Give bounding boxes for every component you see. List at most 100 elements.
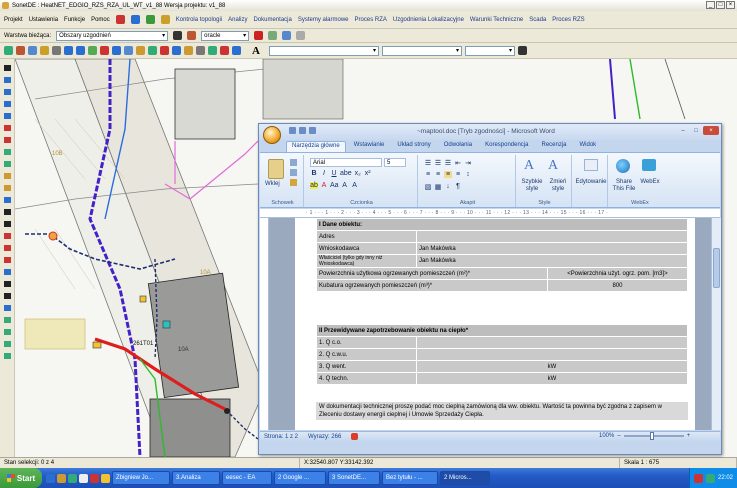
bold-icon[interactable] <box>517 46 527 55</box>
table-cell-label[interactable]: Adres <box>316 230 417 243</box>
tool-icon[interactable] <box>3 101 11 107</box>
table-cell-value[interactable]: kW <box>416 372 688 385</box>
zoom-out-icon[interactable] <box>76 46 85 55</box>
color-combo[interactable]: ▾ <box>464 45 515 56</box>
italic-icon[interactable]: I <box>320 170 328 177</box>
table-cell-label[interactable]: 1. Q c.o. <box>316 336 417 349</box>
webex-button[interactable]: WebEx <box>638 179 662 185</box>
table-cell-value[interactable]: <Powierzchnia użyt. ogrz. pom. [m3]> <box>547 267 688 280</box>
font-family-combo[interactable]: ▾ <box>268 45 379 56</box>
tool-icon[interactable] <box>3 125 11 131</box>
table-cell-label[interactable]: Powierzchnia użytkowa ogrzewanych pomies… <box>316 267 548 280</box>
copy-icon[interactable] <box>290 169 297 176</box>
font-color-icon[interactable]: A <box>320 182 328 189</box>
node-marker[interactable] <box>92 341 102 349</box>
tool-icon[interactable] <box>3 161 11 167</box>
change-styles-icon[interactable]: A <box>548 158 558 174</box>
zoom-slider[interactable] <box>623 432 684 440</box>
decrease-indent-icon[interactable]: ⇤ <box>454 159 462 167</box>
tool-icon[interactable] <box>3 185 11 191</box>
menu-proces-rza[interactable]: Proces RZA <box>355 17 387 23</box>
quick-launch-icon[interactable] <box>46 473 55 483</box>
tool-icon[interactable] <box>115 15 125 24</box>
tool-icon[interactable] <box>196 46 205 55</box>
tab-uklad-strony[interactable]: Układ strony <box>392 141 435 152</box>
delete-icon[interactable] <box>220 46 229 55</box>
subscript-icon[interactable]: x₂ <box>354 170 362 177</box>
tool-icon[interactable] <box>130 15 140 24</box>
tool-icon[interactable] <box>3 257 11 263</box>
table-cell-label[interactable]: Kubatura ogrzewanych pomieszczeń (m³)* <box>316 279 548 292</box>
tool-icon[interactable] <box>100 46 109 55</box>
layer-select[interactable]: Obszary uzgodnień ▾ <box>56 30 169 41</box>
tool-icon[interactable] <box>160 15 170 24</box>
task-button[interactable]: 3 SonetDE... <box>328 471 380 485</box>
grow-font-icon[interactable]: A <box>341 182 349 189</box>
tool-icon[interactable] <box>3 209 11 215</box>
vertical-ruler[interactable] <box>260 218 269 430</box>
menu-systemy-alarmowe[interactable]: Systemy alarmowe <box>298 17 349 23</box>
layer-props-icon[interactable] <box>187 31 197 40</box>
tab-narzedzia-glowne[interactable]: Narzędzia główne <box>286 141 346 152</box>
table-cell-value[interactable] <box>416 336 688 349</box>
cut-icon[interactable] <box>290 159 297 166</box>
db-select[interactable]: oracle ▾ <box>201 30 250 41</box>
justify-icon[interactable]: ≡ <box>454 171 462 178</box>
node-marker[interactable] <box>48 231 58 241</box>
menu-warunki-techniczne[interactable]: Warunki Techniczne <box>470 17 523 23</box>
tool-icon[interactable] <box>232 46 241 55</box>
menu-dokumentacja[interactable]: Dokumentacja <box>253 17 291 23</box>
paste-icon[interactable] <box>268 159 284 179</box>
zoom-in-button[interactable]: + <box>687 433 691 439</box>
tool-icon[interactable] <box>3 341 11 347</box>
tool-icon[interactable] <box>3 77 11 83</box>
paste-button[interactable]: Wklej <box>265 181 280 187</box>
tool-icon[interactable] <box>3 149 11 155</box>
page-count[interactable]: Strona: 1 z 2 <box>264 434 298 440</box>
tool-icon[interactable] <box>4 46 13 55</box>
table-cell-label[interactable]: 2. Q c.w.u. <box>316 348 417 361</box>
redo-icon[interactable] <box>309 127 316 134</box>
table-cell-value[interactable] <box>416 348 688 361</box>
tool-icon[interactable] <box>3 221 11 227</box>
word-minimize-button[interactable]: – <box>677 126 689 135</box>
font-size-combo[interactable]: ▾ <box>381 45 462 56</box>
share-button[interactable]: Share This File <box>610 179 638 193</box>
tool-icon[interactable] <box>3 329 11 335</box>
find-icon[interactable] <box>584 159 598 171</box>
table-cell-label[interactable]: 3. Q went. <box>316 360 417 373</box>
tool-icon[interactable] <box>3 173 11 179</box>
menu-kontrola-topologii[interactable]: Kontrola topologii <box>176 17 222 23</box>
menu-analizy[interactable]: Analizy <box>228 17 247 23</box>
tool-icon[interactable] <box>3 245 11 251</box>
zoom-out-button[interactable]: – <box>617 433 620 439</box>
font-name-combo[interactable]: Arial <box>310 158 382 167</box>
tool-icon[interactable] <box>3 269 11 275</box>
tool-icon[interactable] <box>52 46 61 55</box>
shrink-font-icon[interactable]: A <box>351 182 359 189</box>
align-center-icon[interactable]: ≡ <box>434 171 442 178</box>
increase-indent-icon[interactable]: ⇥ <box>464 159 472 167</box>
table-cell-label[interactable]: Właściciel (tylko gdy inny niż Wnioskoda… <box>316 254 417 268</box>
quick-styles-icon[interactable]: A <box>524 158 534 174</box>
quick-launch-icon[interactable] <box>90 473 99 483</box>
underline-icon[interactable]: U <box>330 170 338 177</box>
tool-icon[interactable] <box>3 65 11 71</box>
task-button-active[interactable]: 2 Micros... <box>440 471 490 485</box>
font-size-combo[interactable]: 5 <box>384 158 406 167</box>
line-spacing-icon[interactable]: ↕ <box>464 171 472 178</box>
node-marker[interactable] <box>224 408 230 414</box>
tab-korespondencja[interactable]: Korespondencja <box>480 141 533 152</box>
editing-button[interactable]: Edytowanie <box>575 179 607 185</box>
superscript-icon[interactable]: x² <box>364 170 372 177</box>
numbering-icon[interactable]: ☰ <box>434 159 442 167</box>
maximize-button[interactable]: □ <box>716 1 725 9</box>
tool-icon[interactable] <box>112 46 121 55</box>
sort-icon[interactable]: ↓ <box>444 183 452 191</box>
tool-icon[interactable] <box>3 293 11 299</box>
tool-icon[interactable] <box>3 317 11 323</box>
scroll-thumb[interactable] <box>713 248 720 288</box>
horizontal-ruler[interactable]: · 1 · · · 1 · · · 2 · · · 3 · · · 4 · · … <box>260 209 720 218</box>
tool-icon[interactable] <box>268 31 278 40</box>
task-button[interactable]: eesec - EA <box>222 471 272 485</box>
